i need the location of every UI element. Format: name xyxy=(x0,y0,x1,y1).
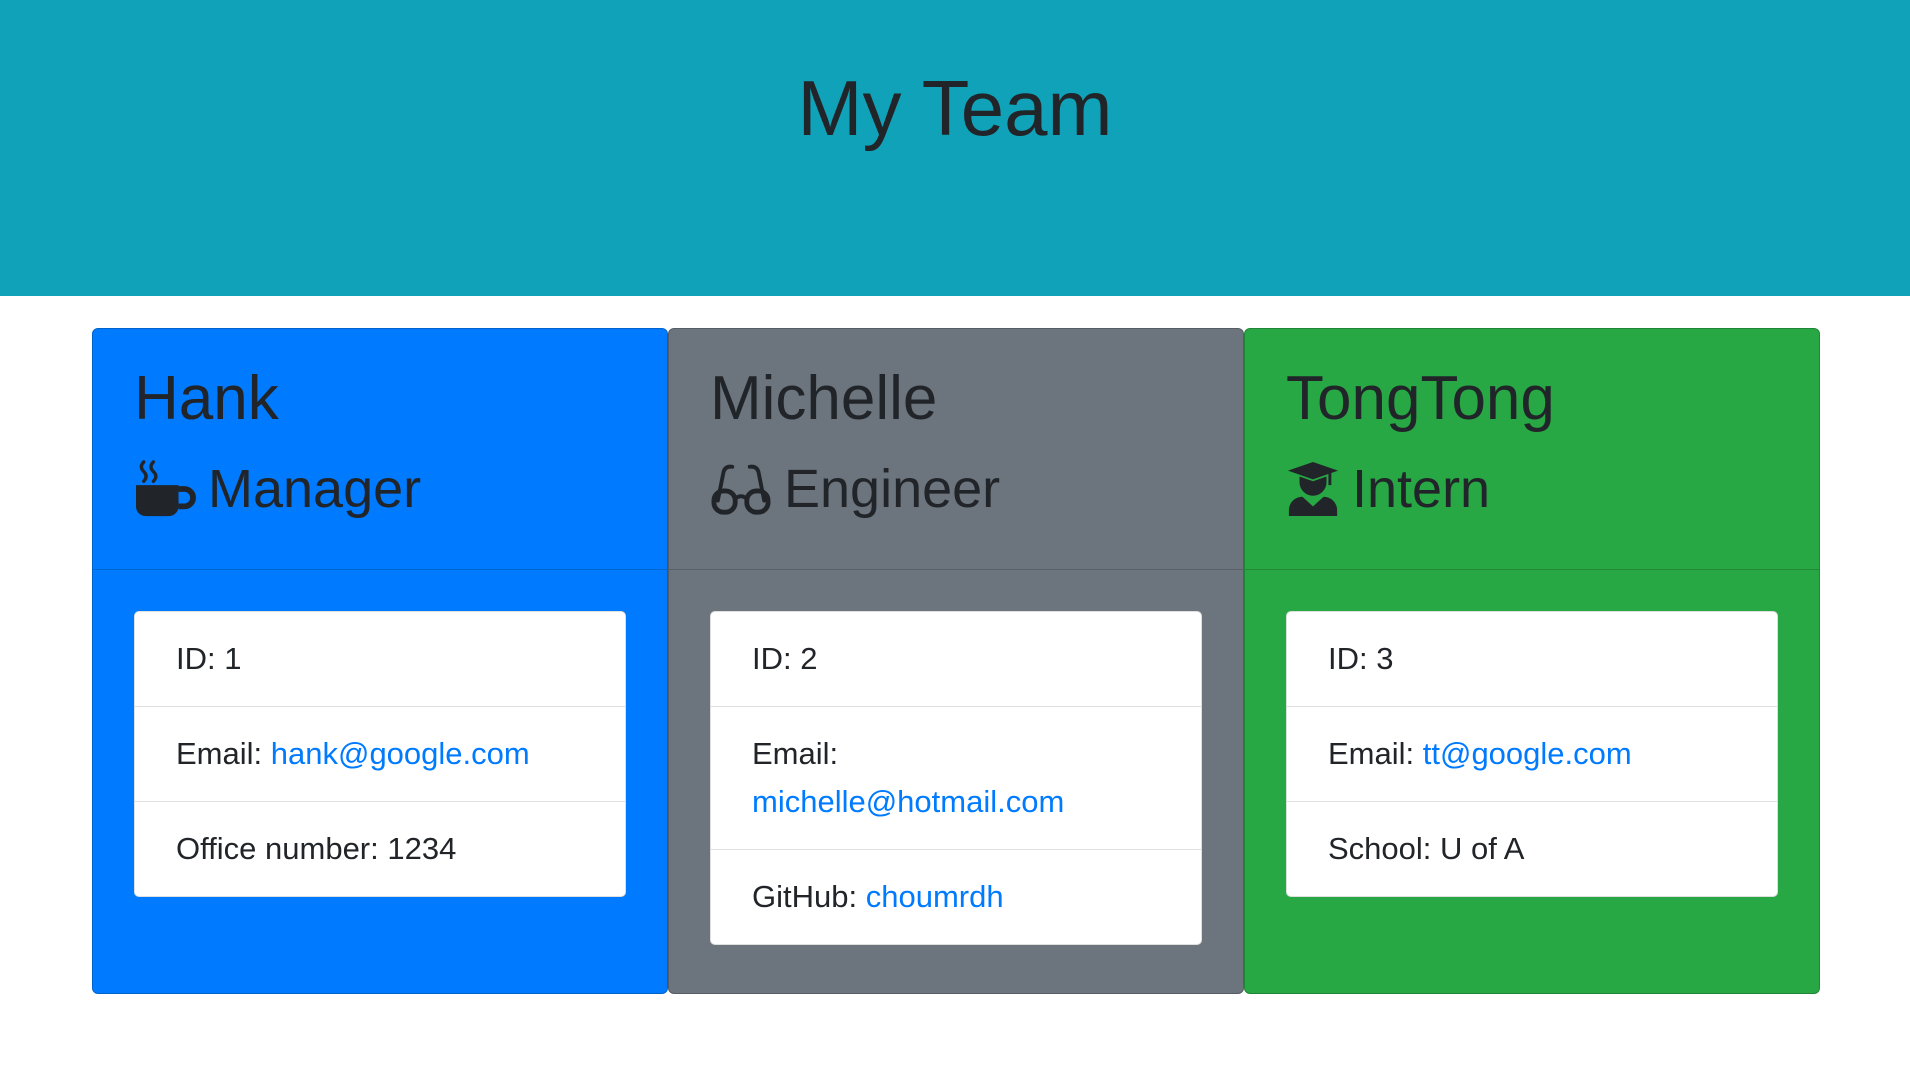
employee-card-manager: Hank Manager ID: 1 Email: hank@google.co… xyxy=(92,328,668,994)
email-link[interactable]: hank@google.com xyxy=(271,736,530,771)
glasses-icon xyxy=(710,460,772,518)
role-label: Intern xyxy=(1352,459,1491,519)
detail-email: Email: hank@google.com xyxy=(135,707,625,802)
email-label: Email: xyxy=(1328,736,1423,771)
employee-role: Manager xyxy=(134,457,421,521)
employee-card-intern: TongTong Intern ID: 3 Email: tt@google.c… xyxy=(1244,328,1820,994)
card-header: Hank Manager xyxy=(93,329,667,570)
employee-role: Intern xyxy=(1286,457,1490,521)
role-label: Engineer xyxy=(784,459,1001,519)
role-label: Manager xyxy=(208,459,422,519)
employee-name: TongTong xyxy=(1286,364,1555,433)
email-label: Email: xyxy=(752,736,839,771)
employee-role: Engineer xyxy=(710,457,1000,521)
email-link[interactable]: michelle@hotmail.com xyxy=(752,784,1064,819)
detail-email: Email: tt@google.com xyxy=(1287,707,1777,802)
details-list: ID: 1 Email: hank@google.com Office numb… xyxy=(134,611,626,897)
card-header: TongTong Intern xyxy=(1245,329,1819,570)
detail-id: ID: 3 xyxy=(1287,612,1777,707)
page-title: My Team xyxy=(797,64,1113,152)
coffee-icon xyxy=(134,460,196,518)
detail-office-number: Office number: 1234 xyxy=(176,831,457,866)
email-label: Email: xyxy=(176,736,271,771)
github-label: GitHub: xyxy=(752,879,866,914)
employee-card-engineer: Michelle Engineer ID: 2 Email: michelle@… xyxy=(668,328,1244,994)
detail-email: Email: michelle@hotmail.com xyxy=(711,707,1201,850)
header-banner: My Team xyxy=(0,0,1910,296)
user-graduate-icon xyxy=(1286,460,1340,518)
details-list: ID: 3 Email: tt@google.com School: U of … xyxy=(1286,611,1778,897)
card-header: Michelle Engineer xyxy=(669,329,1243,570)
detail-github: GitHub: choumrdh xyxy=(711,850,1201,944)
github-link[interactable]: choumrdh xyxy=(866,879,1004,914)
employee-name: Hank xyxy=(134,364,279,433)
detail-id: ID: 2 xyxy=(711,612,1201,707)
detail-id: ID: 1 xyxy=(135,612,625,707)
detail-school: School: U of A xyxy=(1328,831,1525,866)
employee-name: Michelle xyxy=(710,364,938,433)
email-link[interactable]: tt@google.com xyxy=(1423,736,1632,771)
details-list: ID: 2 Email: michelle@hotmail.com GitHub… xyxy=(710,611,1202,945)
